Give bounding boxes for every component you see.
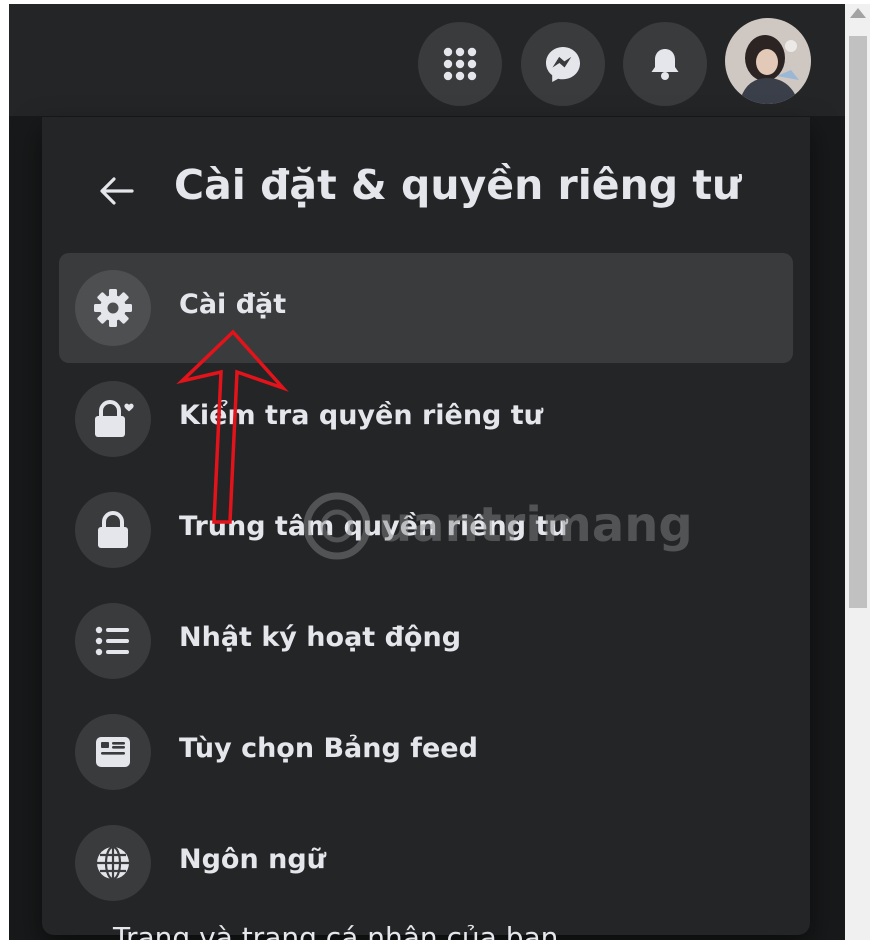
list-icon bbox=[95, 626, 129, 656]
arrow-left-icon bbox=[100, 177, 134, 205]
scroll-up-arrow-icon[interactable] bbox=[850, 8, 866, 18]
top-navigation-bar bbox=[9, 4, 845, 116]
menu-item-label: Kiểm tra quyền riêng tư bbox=[179, 400, 543, 431]
feed-icon bbox=[96, 737, 130, 767]
profile-photo bbox=[725, 18, 811, 104]
lock-icon bbox=[98, 511, 128, 548]
menu-button[interactable] bbox=[418, 22, 502, 106]
profile-avatar[interactable] bbox=[725, 18, 811, 104]
menu-item-label: Cài đặt bbox=[179, 289, 287, 320]
menu-item-icon-circle bbox=[75, 603, 151, 679]
menu-item-feed-preferences[interactable]: Tùy chọn Bảng feed bbox=[59, 697, 793, 807]
menu-item-privacy-center[interactable]: Trung tâm quyền riêng tư bbox=[59, 475, 793, 585]
messenger-button[interactable] bbox=[521, 22, 605, 106]
gear-icon bbox=[94, 289, 132, 327]
menu-item-icon-circle bbox=[75, 825, 151, 901]
app-window: Cài đặt & quyền riêng tư Cài đặt Kiểm tr… bbox=[9, 4, 845, 940]
grid-dots-icon bbox=[443, 47, 477, 81]
panel-title: Cài đặt & quyền riêng tư bbox=[174, 161, 742, 209]
menu-item-settings[interactable]: Cài đặt bbox=[59, 253, 793, 363]
messenger-icon bbox=[546, 47, 580, 82]
notifications-button[interactable] bbox=[623, 22, 707, 106]
menu-item-label: Ngôn ngữ bbox=[179, 844, 326, 875]
menu-item-icon-circle bbox=[75, 492, 151, 568]
globe-icon bbox=[97, 845, 129, 881]
menu-item-label: Trung tâm quyền riêng tư bbox=[179, 511, 568, 542]
menu-item-icon-circle bbox=[75, 714, 151, 790]
menu-item-label: Tùy chọn Bảng feed bbox=[179, 733, 478, 764]
background-page-text: Trang và trang cá nhân của bạn bbox=[113, 921, 559, 940]
menu-item-privacy-checkup[interactable]: Kiểm tra quyền riêng tư bbox=[59, 364, 793, 474]
menu-item-icon-circle bbox=[75, 381, 151, 457]
lock-heart-icon bbox=[95, 400, 134, 437]
menu-item-label: Nhật ký hoạt động bbox=[179, 622, 462, 653]
menu-item-icon-circle bbox=[75, 270, 151, 346]
bell-icon bbox=[651, 49, 679, 80]
menu-item-activity-log[interactable]: Nhật ký hoạt động bbox=[59, 586, 793, 696]
back-button[interactable] bbox=[90, 167, 142, 215]
settings-privacy-panel: Cài đặt & quyền riêng tư Cài đặt Kiểm tr… bbox=[42, 117, 810, 935]
menu-item-language[interactable]: Ngôn ngữ bbox=[59, 808, 793, 918]
scrollbar-thumb[interactable] bbox=[849, 36, 867, 608]
